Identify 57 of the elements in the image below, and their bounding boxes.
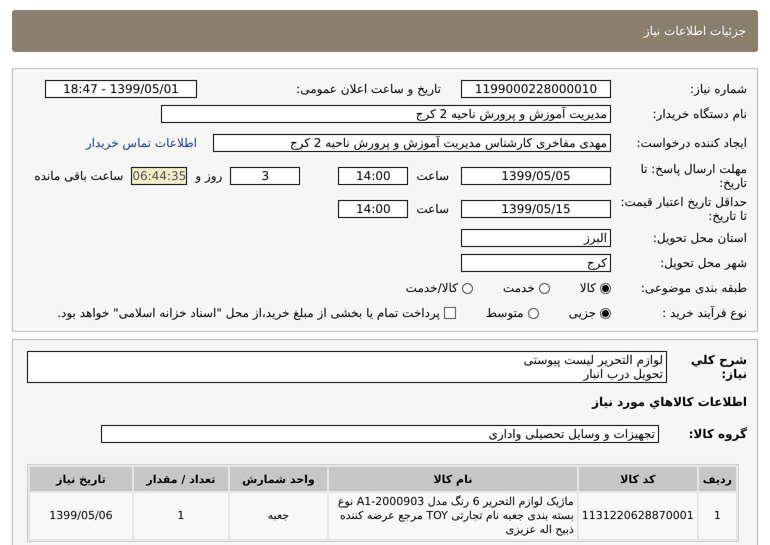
table-cell: 1 [134, 493, 228, 539]
radio-icon [538, 282, 550, 294]
field-label: ایجاد کننده درخواست: [635, 136, 747, 150]
process-radio[interactable]: متوسط [486, 306, 539, 320]
checkbox-icon [444, 307, 456, 319]
field-label: شرح کلي نیاز: [690, 353, 747, 381]
category-radio[interactable]: خدمت [502, 281, 550, 295]
column-header: واحد شمارش [230, 467, 327, 491]
table-cell: 1399/05/06 [30, 493, 132, 539]
days-field: 3 [230, 167, 300, 185]
field-label: استان محل تحویل: [652, 231, 747, 245]
field-label: مهلت ارسال پاسخ: تا تاریخ: [639, 162, 747, 190]
field-label: نام دستگاه خریدار: [652, 107, 747, 121]
section-heading: اطلاعات کالاهاي مورد نیاز [592, 395, 747, 409]
need-number-field: 1199000228000010 [461, 80, 611, 98]
validity-time-field: 14:00 [338, 200, 408, 218]
field-label: شماره نیاز: [689, 82, 747, 96]
field-label: نوع فرآیند خرید : [661, 306, 747, 320]
field-label: شهر محل تحویل: [659, 256, 747, 270]
field-label: طبقه بندی موضوعی: [640, 281, 747, 295]
announce-date-field: 1399/05/01 - 18:47 [45, 80, 197, 98]
remaining-label: ساعت باقی مانده [34, 169, 124, 183]
column-header: تاریخ نیاز [30, 467, 132, 491]
table-cell: ماژیک لوازم التحریر 6 رنگ مدل A1-2000903 نوع بسته بندی جعبه نام تجارتی TOY مرجع عرضه کننده ذبیح اله عزیزی [329, 493, 577, 539]
column-header: ردیف [698, 467, 736, 491]
buyer-field: مدیریت آموزش و پرورش ناحیه 2 کرج [161, 105, 611, 123]
field-label: تاریخ و ساعت اعلان عمومی: [295, 82, 442, 96]
process-radio[interactable]: جزیی [568, 306, 611, 320]
city-field: کرج [461, 254, 611, 272]
field-label: حداقل تاریخ اعتبار قیمت: تا تاریخ: [619, 195, 747, 223]
column-header: تعداد / مقدار [134, 467, 228, 491]
category-radio[interactable]: کالا [580, 281, 611, 295]
deadline-time-field: 14:00 [338, 167, 408, 185]
description-field: لوازم التحریر لیست پیوستی تحویل درب انبار [27, 351, 667, 383]
field-label: گروه کالا: [688, 427, 747, 441]
treasury-checkbox[interactable]: پرداخت تمام یا بخشی از مبلغ خرید،از محل "اسناد خزانه اسلامی" خواهد بود. [57, 306, 456, 320]
radio-icon [600, 282, 611, 294]
radio-icon [462, 282, 473, 294]
table-cell: 1 [698, 493, 736, 539]
buyer-contact-link[interactable]: اطلاعات تماس خریدار [86, 136, 197, 150]
remaining-time-field: 06:44:35 [131, 167, 188, 185]
table-cell: جعبه [230, 493, 327, 539]
page-title: جزئیات اطلاعات نیاز [644, 24, 746, 38]
deadline-date-field: 1399/05/05 [461, 167, 611, 185]
validity-date-field: 1399/05/15 [461, 200, 611, 218]
table-cell: 1131220628870001 [578, 493, 697, 539]
creator-field: مهدی مفاخری کارشناس مدیریت آموزش و پرورش ناحیه 2 کرج [213, 134, 611, 152]
days-label: روز و [195, 169, 222, 183]
radio-icon [528, 308, 539, 318]
time-label: ساعت [416, 169, 449, 183]
goods-group-field: تجهیزات و وسایل تحصیلی واداری [101, 425, 659, 443]
column-header: نام کالا [329, 467, 577, 491]
category-radio[interactable]: کالا/خدمت [406, 281, 473, 295]
radio-icon [600, 308, 611, 318]
column-header: کد کالا [578, 467, 697, 491]
time-label: ساعت [416, 202, 449, 216]
province-field: البرز [461, 229, 611, 247]
